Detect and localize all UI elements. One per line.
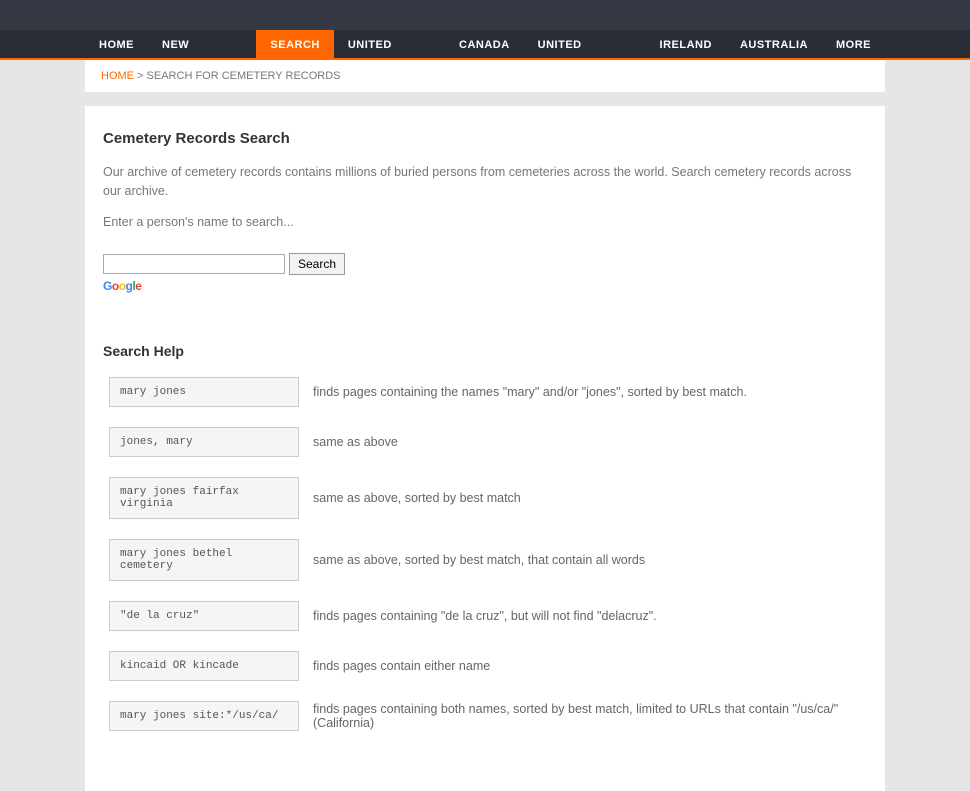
page-title: Cemetery Records Search: [103, 130, 867, 147]
page-description: Our archive of cemetery records contains…: [103, 163, 867, 201]
breadcrumb-sep: >: [134, 70, 147, 82]
help-example: kincaid OR kincade: [109, 651, 299, 681]
breadcrumb-home[interactable]: HOME: [101, 70, 134, 82]
help-row: mary jones site:*/us/ca/finds pages cont…: [103, 701, 867, 731]
nav-item-canada[interactable]: CANADA: [445, 30, 524, 58]
help-row: "de la cruz" finds pages containing "de l…: [103, 601, 867, 631]
help-row: mary jones bethel cemetery same as above,…: [103, 539, 867, 581]
help-row: mary jones fairfax virginia same as above…: [103, 477, 867, 519]
nav-item-united-states[interactable]: UNITED STATES: [334, 30, 445, 58]
search-input[interactable]: [103, 254, 285, 274]
help-example: "de la cruz": [109, 601, 299, 631]
help-description: finds pages containing the names "mary" …: [313, 385, 867, 399]
breadcrumb-current: SEARCH FOR CEMETERY RECORDS: [147, 70, 341, 82]
help-example: mary jones fairfax virginia: [109, 477, 299, 519]
help-description: same as above, sorted by best match: [313, 491, 867, 505]
help-example: jones, mary: [109, 427, 299, 457]
nav-item-australia[interactable]: AUSTRALIA: [726, 30, 822, 58]
help-example: mary jones bethel cemetery: [109, 539, 299, 581]
search-help-title: Search Help: [103, 343, 867, 359]
search-hint: Enter a person's name to search...: [103, 213, 867, 232]
help-example: mary jones site:*/us/ca/: [109, 701, 299, 731]
nav-item-ireland[interactable]: IRELAND: [646, 30, 726, 58]
nav-item-home[interactable]: HOME: [85, 30, 148, 58]
help-example: mary jones: [109, 377, 299, 407]
help-row: jones, mary same as above: [103, 427, 867, 457]
nav-item-united-kingdom[interactable]: UNITED KINGDOM: [524, 30, 646, 58]
nav-item-more[interactable]: MORE: [822, 30, 885, 58]
search-button[interactable]: Search: [289, 253, 345, 275]
nav-item-search[interactable]: SEARCH: [256, 30, 333, 58]
help-description: same as above: [313, 435, 867, 449]
help-description: finds pages contain either name: [313, 659, 867, 673]
help-row: kincaid OR kincade finds pages contain ei…: [103, 651, 867, 681]
nav-item-new-records[interactable]: NEW RECORDS: [148, 30, 256, 58]
google-logo: Google: [103, 279, 867, 293]
help-row: mary jones finds pages containing the nam…: [103, 377, 867, 407]
help-description: finds pages containing both names, sorte…: [313, 702, 867, 730]
help-description: finds pages containing "de la cruz", but…: [313, 609, 867, 623]
help-description: same as above, sorted by best match, tha…: [313, 553, 867, 567]
